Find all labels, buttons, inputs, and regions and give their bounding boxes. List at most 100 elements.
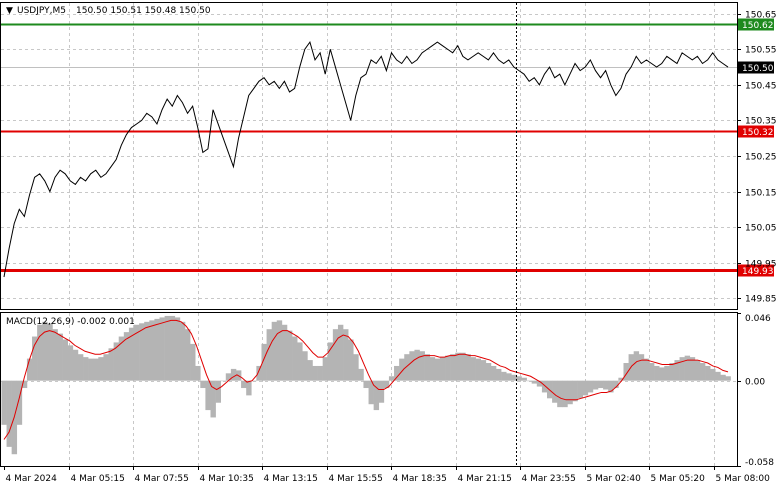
- price-tick-label: 150.55: [745, 46, 777, 56]
- price-tick-label: 150.35: [745, 117, 777, 127]
- macd-bar: [190, 343, 196, 381]
- macd-bar: [317, 365, 323, 381]
- macd-bar: [241, 380, 247, 389]
- macd-bar: [694, 360, 701, 381]
- macd-bar: [37, 324, 43, 381]
- macd-bar: [200, 380, 206, 389]
- macd-bar: [552, 380, 558, 403]
- macd-bar: [271, 321, 278, 381]
- macd-bar: [98, 357, 104, 381]
- chart-canvas[interactable]: 150.62150.32149.93150.50 150.65 150.55 150…: [0, 0, 781, 489]
- macd-bar: [83, 357, 89, 381]
- macd-bar: [475, 358, 482, 381]
- macd-bar: [149, 320, 155, 381]
- macd-bar: [394, 365, 400, 381]
- macd-bar: [460, 352, 466, 381]
- macd-bar: [220, 380, 227, 382]
- macd-bar: [710, 368, 716, 381]
- macd-bar: [597, 380, 604, 389]
- macd-bar: [205, 380, 211, 411]
- macd-bar: [307, 360, 313, 381]
- macd-bar: [363, 380, 369, 389]
- macd-bar: [343, 329, 349, 381]
- macd-bar: [337, 324, 344, 381]
- macd-bar: [603, 380, 609, 390]
- menu-arrow-icon[interactable]: ▼: [6, 6, 13, 16]
- macd-bar: [159, 317, 165, 381]
- macd-bar: [434, 358, 441, 381]
- macd-bar: [256, 365, 262, 381]
- macd-bar: [455, 352, 461, 381]
- macd-bar: [93, 358, 99, 381]
- time-tick-label: 4 Mar 23:55: [522, 474, 576, 484]
- macd-bar: [154, 318, 160, 381]
- symbol-label: USDJPY,M5: [17, 6, 66, 16]
- macd-bar: [230, 368, 237, 381]
- macd-bar: [312, 365, 318, 381]
- macd-bar: [103, 354, 109, 381]
- price-grid: [1, 3, 737, 309]
- macd-bar: [297, 342, 303, 381]
- price-levels: 150.62150.32149.93150.50: [1, 18, 774, 277]
- price-line: [3, 41, 729, 278]
- macd-bar: [276, 320, 283, 381]
- macd-bar: [587, 380, 594, 393]
- macd-bar: [388, 376, 395, 381]
- time-tick-label: 5 Mar 05:20: [651, 474, 706, 484]
- time-tick-label: 4 Mar 10:35: [200, 474, 254, 484]
- macd-bar: [67, 345, 74, 381]
- macd-tick-label: -0.058: [745, 458, 774, 468]
- macd-bar: [144, 321, 150, 381]
- price-tick-label: 150.45: [745, 82, 777, 92]
- macd-bar: [185, 329, 191, 381]
- macd-bar: [531, 380, 538, 384]
- macd-bar: [302, 351, 308, 381]
- macd-bar: [353, 354, 359, 381]
- macd-tick-label: 0.00: [745, 378, 765, 388]
- green-level-tag-label: 150.62: [742, 21, 774, 31]
- macd-bar: [42, 321, 48, 381]
- time-tick-label: 5 Mar 08:00: [716, 474, 771, 484]
- macd-bar: [465, 354, 471, 381]
- macd-bar: [715, 371, 721, 381]
- macd-bar: [179, 321, 186, 381]
- macd-axis: 0.046 0.00 -0.058: [737, 313, 774, 468]
- macd-bar: [439, 357, 446, 381]
- macd-bar: [52, 329, 58, 381]
- macd-bar: [281, 324, 288, 381]
- macd-bar: [77, 354, 84, 381]
- macd-bar: [26, 358, 33, 381]
- price-tick-label: 150.65: [745, 11, 777, 21]
- macd-tick-label: 0.046: [745, 314, 771, 324]
- time-tick-label: 4 Mar 21:15: [458, 474, 512, 484]
- time-tick-label: 4 Mar 05:15: [71, 474, 125, 484]
- macd-bar: [664, 365, 670, 381]
- macd-bar: [6, 380, 12, 447]
- macd-bar: [720, 374, 726, 381]
- macd-bar: [195, 365, 201, 381]
- time-tick-label: 4 Mar 15:55: [329, 474, 383, 484]
- macd-bar: [445, 355, 451, 381]
- macd-bar: [450, 354, 456, 381]
- macd-bar: [659, 367, 665, 381]
- macd-bar: [266, 329, 272, 381]
- macd-bar: [638, 354, 645, 381]
- macd-bar: [480, 360, 487, 381]
- macd-bar: [470, 357, 476, 381]
- macd-bar: [705, 365, 711, 381]
- macd-bar: [669, 363, 675, 381]
- current-price-tag-label: 150.50: [742, 64, 774, 74]
- macd-bar: [521, 377, 527, 381]
- time-tick-label: 5 Mar 02:40: [587, 474, 642, 484]
- macd-bar: [1, 380, 7, 425]
- price-tick-label: 149.85: [745, 295, 777, 305]
- macd-bar: [424, 354, 431, 381]
- price-tick-label: 149.95: [745, 260, 777, 270]
- macd-bar: [506, 373, 512, 381]
- ohlc-values: 150.50 150.51 150.48 150.50: [76, 6, 211, 16]
- macd-bar: [496, 368, 502, 381]
- macd-bar: [490, 365, 497, 381]
- macd-bar: [592, 380, 599, 390]
- macd-bar: [373, 380, 380, 411]
- macd-bar: [516, 376, 522, 381]
